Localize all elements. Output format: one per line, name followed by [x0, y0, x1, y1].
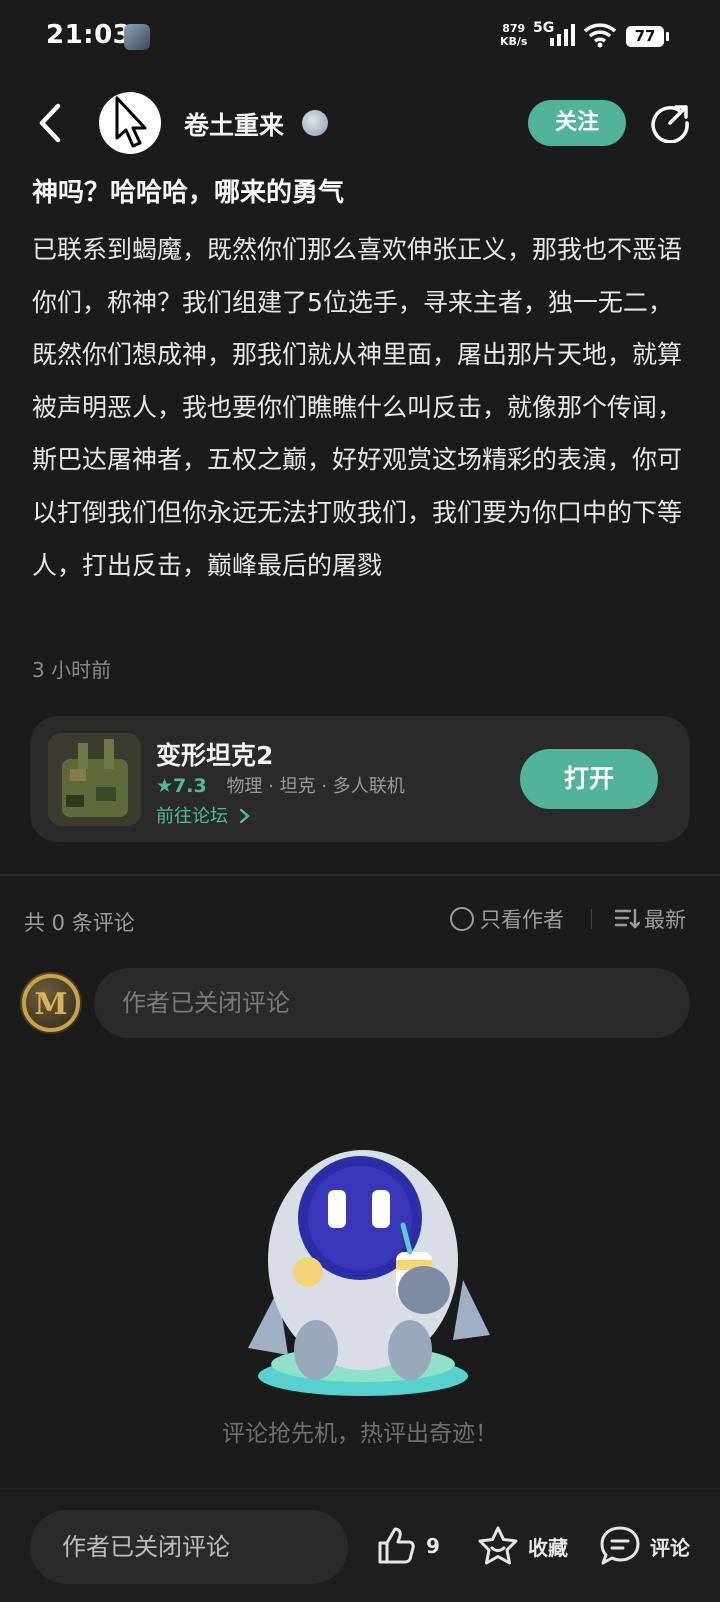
battery-indicator: 77: [626, 26, 664, 47]
star-icon: [478, 1526, 518, 1565]
forum-link-label: 前往论坛: [156, 806, 228, 827]
cursor-avatar-icon: [115, 96, 147, 148]
network-speed-value: 879: [502, 22, 526, 35]
sort-label: 最新: [644, 908, 686, 932]
game-rating: ★7.3: [156, 775, 207, 797]
share-icon[interactable]: [650, 103, 690, 143]
author-avatar[interactable]: [99, 92, 161, 154]
section-divider: [0, 874, 720, 876]
status-time: 21:03: [46, 20, 132, 50]
game-name: 变形坦克2: [156, 741, 274, 770]
post-title: 神吗？哈哈哈，哪来的勇气: [32, 178, 345, 208]
bottom-comment-input[interactable]: 作者已关闭评论: [30, 1510, 348, 1584]
game-tags: 物理 · 坦克 · 多人联机: [226, 776, 405, 797]
forum-link[interactable]: 前往论坛: [156, 802, 252, 828]
author-name[interactable]: 卷土重来: [184, 106, 284, 142]
network-speed-unit: KB/s: [500, 35, 528, 48]
chevron-right-icon: [239, 808, 250, 824]
my-avatar[interactable]: M: [20, 972, 82, 1034]
back-arrow-icon[interactable]: [30, 100, 70, 146]
favorite-button[interactable]: 收藏: [476, 1524, 568, 1568]
only-author-label: 只看作者: [480, 908, 564, 932]
comment-label: 评论: [650, 1535, 690, 1560]
comment-count: 共 0 条评论: [24, 911, 135, 935]
tank-game-icon: [48, 733, 141, 826]
game-meta: ★7.3 物理 · 坦克 · 多人联机: [156, 772, 405, 798]
radio-circle-icon: [450, 907, 474, 931]
sort-icon: [614, 908, 640, 929]
post-timestamp: 3 小时前: [32, 658, 112, 682]
game-icon[interactable]: [48, 733, 141, 826]
robot-mascot-illustration: [248, 1150, 490, 1396]
toolbar-separator: [591, 909, 592, 929]
thumbs-up-icon: [378, 1527, 415, 1564]
wifi-icon: [583, 23, 617, 48]
only-author-toggle[interactable]: 只看作者: [450, 904, 564, 934]
like-button[interactable]: 9: [374, 1524, 440, 1568]
open-game-button[interactable]: 打开: [520, 749, 658, 809]
battery-tip: [666, 32, 669, 41]
comment-button[interactable]: 评论: [598, 1524, 690, 1568]
comment-bubble-icon: [600, 1526, 640, 1565]
follow-button[interactable]: 关注: [528, 100, 626, 146]
sort-button[interactable]: 最新: [614, 904, 686, 934]
post-body: 已联系到蝎魔，既然你们那么喜欢伸张正义，那我也不恶语你们，称神？我们组建了5位选…: [32, 235, 683, 580]
empty-comments-text: 评论抢先机，热评出奇迹！: [222, 1421, 498, 1447]
like-count: 9: [426, 1534, 440, 1558]
level-badge-icon: [302, 110, 328, 136]
comment-input[interactable]: 作者已关闭评论: [94, 968, 690, 1038]
notification-thumbnail: [124, 24, 150, 50]
network-speed: 879 KB/s: [500, 22, 527, 48]
favorite-label: 收藏: [528, 1535, 568, 1560]
signal-icon: [550, 24, 575, 46]
svg-text:M: M: [34, 987, 67, 1022]
m-logo-icon: M: [22, 974, 80, 1032]
